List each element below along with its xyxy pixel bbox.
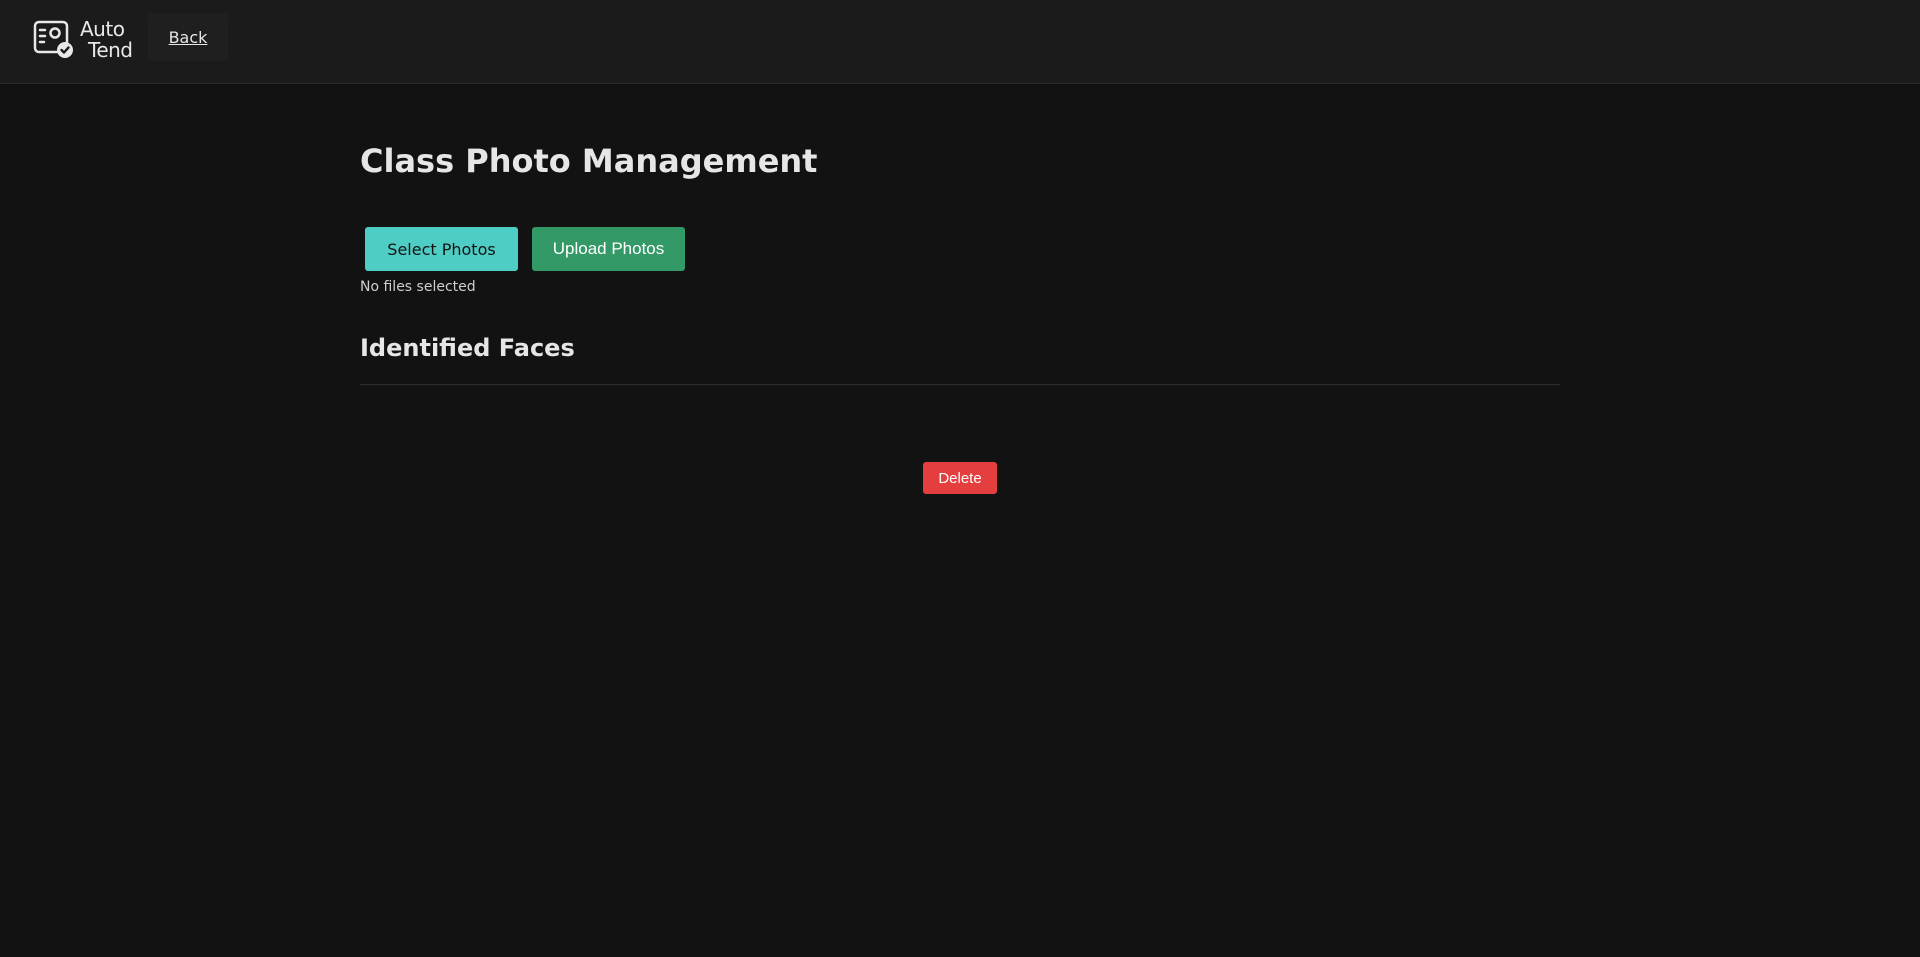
upload-photos-button[interactable]: Upload Photos: [532, 227, 685, 271]
id-card-check-icon: [33, 20, 73, 58]
delete-button[interactable]: Delete: [923, 462, 997, 494]
logo-word-tend: Tend: [88, 38, 133, 62]
identified-faces-heading: Identified Faces: [360, 334, 575, 362]
logo-wordmark: Auto Tend: [78, 19, 133, 60]
select-photos-button[interactable]: Select Photos: [365, 227, 518, 271]
file-selection-status: No files selected: [360, 279, 476, 295]
back-button[interactable]: Back: [148, 13, 228, 61]
section-divider: [360, 384, 1560, 385]
top-navbar: Auto Tend Back: [0, 0, 1920, 84]
page-title: Class Photo Management: [360, 142, 818, 180]
app-logo[interactable]: Auto Tend: [33, 19, 133, 61]
logo-word-auto: Auto: [80, 17, 125, 41]
